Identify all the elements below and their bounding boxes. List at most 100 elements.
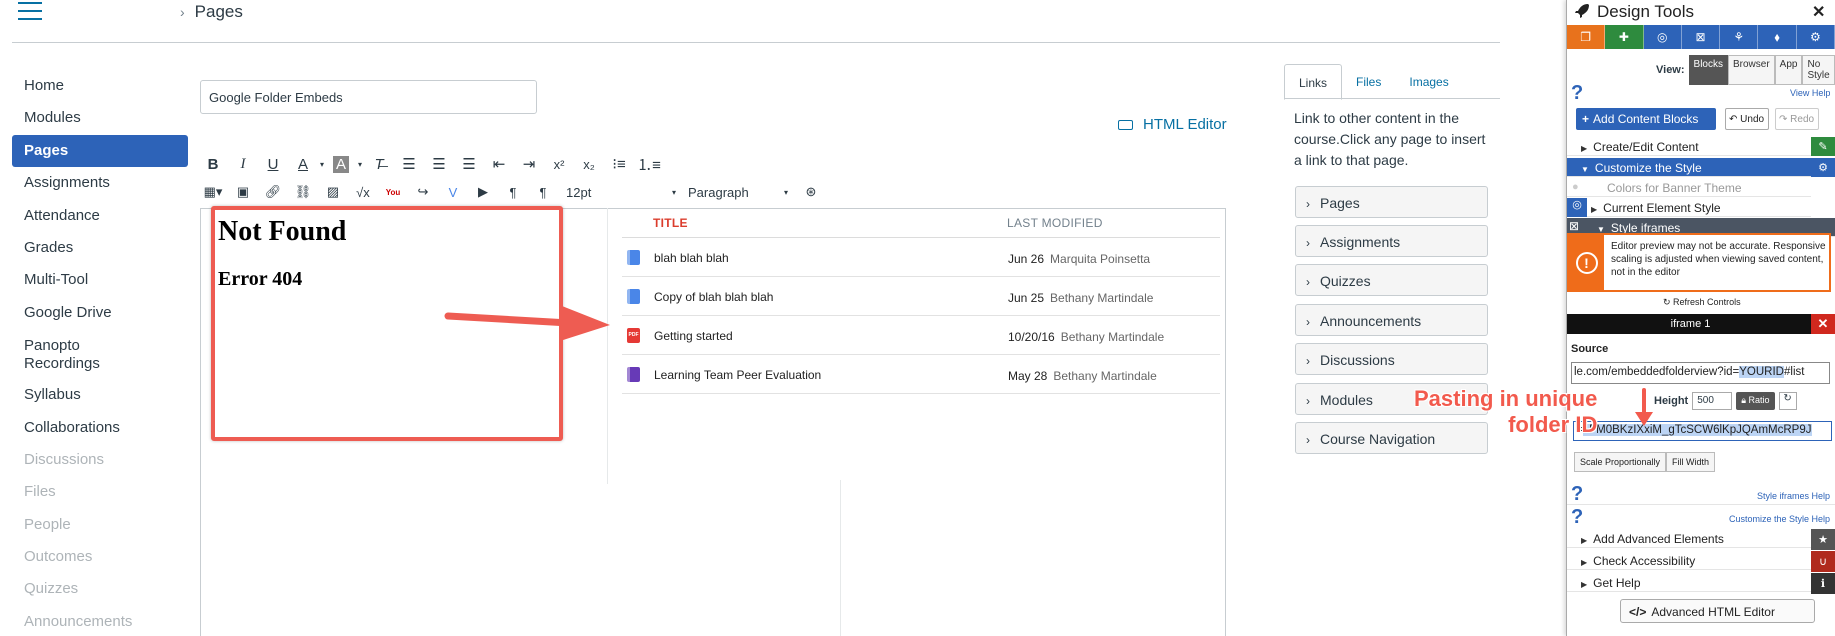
add-advanced-elements-row[interactable]: ▶ Add Advanced Elements	[1567, 529, 1811, 548]
nav-item-collaborations[interactable]: Collaborations	[12, 412, 188, 444]
nav-item-quizzes[interactable]: Quizzes	[12, 573, 188, 605]
numbered-list-button[interactable]: ⒈≡	[636, 154, 662, 175]
indent-button[interactable]: ⇥	[516, 155, 542, 173]
help-question-icon[interactable]: ?	[1571, 483, 1583, 506]
bullet-list-button[interactable]: ⁝≡	[606, 155, 632, 173]
nav-item-attendance[interactable]: Attendance	[12, 200, 188, 232]
reset-icon[interactable]: ↻	[1778, 392, 1797, 410]
nav-item-pages[interactable]: Pages	[12, 134, 188, 168]
youtube-icon[interactable]: You	[380, 188, 406, 197]
vimeo-icon[interactable]: V	[440, 185, 466, 200]
create-edit-content-row[interactable]: ▶ Create/Edit Content	[1567, 137, 1811, 156]
column-title-header[interactable]: TITLE	[653, 216, 688, 230]
nav-item-outcomes[interactable]: Outcomes	[12, 541, 188, 573]
nav-item-syllabus[interactable]: Syllabus	[12, 379, 188, 411]
subscript-button[interactable]: x₂	[576, 157, 602, 172]
info-icon[interactable]: ℹ	[1811, 573, 1835, 594]
redo-button[interactable]: ↷ Redo	[1775, 108, 1819, 130]
dropdown-caret-icon[interactable]: ▾	[358, 160, 362, 169]
highlight-button[interactable]: A	[328, 155, 354, 173]
view-help-link[interactable]: View Help	[1790, 88, 1830, 98]
align-center-button[interactable]: ☰	[426, 155, 452, 173]
height-input[interactable]: 500	[1692, 392, 1733, 410]
customize-style-help-link[interactable]: Customize the Style Help	[1729, 514, 1830, 524]
magic-wand-icon[interactable]: ✎	[1811, 137, 1835, 156]
accessibility-icon[interactable]: ⊛	[798, 184, 824, 200]
clear-format-button[interactable]: T̶	[366, 156, 392, 173]
puzzle-icon[interactable]: ✚	[1605, 25, 1644, 49]
target-icon[interactable]: ◎	[1643, 25, 1682, 49]
close-icon[interactable]: ✕	[1812, 2, 1825, 22]
view-no-style-button[interactable]: No Style	[1802, 55, 1835, 85]
file-name[interactable]: Learning Team Peer Evaluation	[654, 368, 821, 382]
video-icon[interactable]: ▶	[470, 184, 496, 200]
style-iframes-help-link[interactable]: Style iframes Help	[1757, 491, 1830, 501]
image-button[interactable]: ▨	[320, 184, 346, 200]
equation-button[interactable]: √x	[350, 185, 376, 200]
hamburger-menu-icon[interactable]	[18, 2, 42, 20]
nav-item-discussions[interactable]: Discussions	[12, 444, 188, 476]
tab-images[interactable]: Images	[1395, 64, 1462, 100]
block-format-select[interactable]: Paragraph ▾	[688, 185, 788, 200]
banner-colors-row[interactable]: Colors for Banner Theme	[1567, 178, 1811, 197]
customize-style-row[interactable]: ▼ Customize the Style	[1567, 158, 1811, 177]
advanced-html-editor-button[interactable]: </> Advanced HTML Editor	[1620, 599, 1815, 623]
share-icon[interactable]: ↪	[410, 184, 436, 200]
get-help-row[interactable]: ▶ Get Help	[1567, 573, 1811, 592]
view-blocks-button[interactable]: Blocks	[1688, 55, 1728, 85]
nav-item-panopto-recordings[interactable]: Panopto Recordings	[12, 329, 188, 379]
view-app-button[interactable]: App	[1774, 55, 1803, 85]
section-assignments[interactable]: › Assignments	[1295, 225, 1488, 257]
ratio-lock-button[interactable]: 🔒︎ Ratio	[1736, 392, 1775, 410]
breadcrumb-pages[interactable]: Pages	[195, 2, 243, 21]
nav-item-modules[interactable]: Modules	[12, 102, 188, 134]
tab-links[interactable]: Links	[1284, 64, 1343, 100]
table-button[interactable]: ▦▾	[200, 184, 226, 200]
undo-button[interactable]: ↶ Undo	[1725, 108, 1769, 130]
table-row[interactable]: Learning Team Peer Evaluation May 28 Betha…	[622, 355, 1220, 394]
html-editor-link[interactable]: HTML Editor	[1118, 116, 1227, 133]
current-element-style-row[interactable]: ▶ Current Element Style	[1567, 198, 1811, 217]
nav-item-multi-tool[interactable]: Multi-Tool	[12, 264, 188, 296]
page-title-input[interactable]: Google Folder Embeds	[200, 80, 537, 114]
help-question-icon[interactable]: ?	[1571, 506, 1583, 529]
nav-item-google-drive[interactable]: Google Drive	[12, 297, 188, 329]
underline-button[interactable]: U	[260, 156, 286, 173]
nav-item-assignments[interactable]: Assignments	[12, 167, 188, 199]
view-browser-button[interactable]: Browser	[1727, 55, 1775, 85]
star-icon[interactable]: ★	[1811, 529, 1835, 550]
unlink-button[interactable]: ⛓︎	[290, 184, 316, 200]
add-content-blocks-button[interactable]: + Add Content Blocks	[1576, 108, 1716, 130]
check-accessibility-row[interactable]: ▶ Check Accessibility	[1567, 551, 1811, 570]
nav-item-files[interactable]: Files	[12, 476, 188, 508]
shapes-icon[interactable]: ⚘	[1720, 25, 1759, 49]
paragraph-ltr-icon[interactable]: ¶	[500, 185, 526, 200]
align-left-button[interactable]: ☰	[396, 155, 422, 173]
help-question-icon[interactable]: ?	[1571, 82, 1583, 105]
paragraph-rtl-icon[interactable]: ¶	[530, 185, 556, 200]
link-button[interactable]: 🔗︎	[260, 184, 286, 200]
bold-button[interactable]: B	[200, 156, 226, 173]
file-name[interactable]: Copy of blah blah blah	[654, 290, 773, 304]
align-right-button[interactable]: ☰	[456, 155, 482, 173]
gear-icon[interactable]: ⚙	[1811, 158, 1835, 177]
nav-item-home[interactable]: Home	[12, 70, 188, 102]
superscript-button[interactable]: x²	[546, 157, 572, 172]
gears-icon[interactable]: ⚙	[1796, 25, 1835, 49]
magnet-icon[interactable]: ∪	[1811, 551, 1835, 572]
dropdown-caret-icon[interactable]: ▾	[320, 160, 324, 169]
nav-item-grades[interactable]: Grades	[12, 232, 188, 264]
tag-icon[interactable]: ⬧	[1758, 25, 1797, 49]
remove-iframe-icon[interactable]: ✕	[1811, 314, 1835, 334]
column-modified-header[interactable]: LAST MODIFIED	[1007, 216, 1103, 230]
tab-files[interactable]: Files	[1342, 64, 1395, 100]
section-quizzes[interactable]: › Quizzes	[1295, 264, 1488, 296]
frame-icon[interactable]: ⊠	[1681, 25, 1721, 49]
section-pages[interactable]: › Pages	[1295, 186, 1488, 218]
nav-item-people[interactable]: People	[12, 509, 188, 541]
fill-width-button[interactable]: Fill Width	[1666, 452, 1716, 472]
table-row[interactable]: Copy of blah blah blah Jun 25 Bethany Mart…	[622, 277, 1220, 316]
nav-item-announcements[interactable]: Announcements	[12, 606, 188, 636]
source-input[interactable]: le.com/embeddedfolderview?id=YOURID#list	[1571, 362, 1830, 384]
refresh-controls-button[interactable]: ↻ Refresh Controls	[1663, 297, 1741, 308]
